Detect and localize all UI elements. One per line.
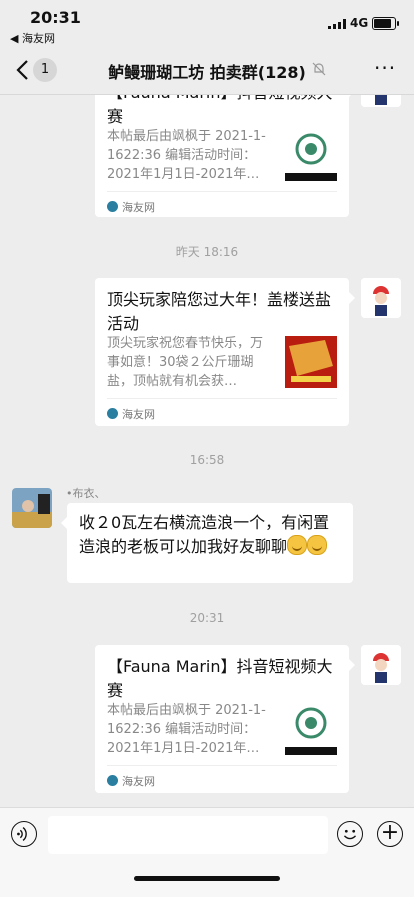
signal-icon: [328, 19, 346, 29]
link-card[interactable]: 【Fauna Marin】抖音短视频大赛 本帖最后由飒枫于 2021-1-162…: [95, 645, 355, 793]
card-divider: [107, 398, 337, 399]
card-thumbnail: [285, 703, 337, 755]
avatar[interactable]: [361, 645, 401, 685]
input-bar: +: [0, 807, 414, 897]
mute-bell-icon: [312, 62, 326, 76]
chat-title: 鲈鳗珊瑚工坊 拍卖群(128): [108, 63, 306, 82]
message-input[interactable]: [48, 816, 328, 854]
message-list[interactable]: 【Fauna Marin】抖音短视频大赛 本帖最后由飒枫于 2021-1-162…: [0, 95, 414, 807]
card-description: 顶尖玩家祝您春节快乐，万事如意！30袋２公斤珊瑚盐，顶帖就有机会获…: [107, 336, 264, 389]
card-source: 海友网: [107, 199, 155, 215]
voice-input-icon[interactable]: [11, 821, 37, 847]
timestamp: 16:58: [189, 453, 225, 467]
grin-emoji-icon: [307, 535, 328, 555]
card-description: 本帖最后由飒枫于 2021-1-1622:36 编辑活动时间：2021年1月1日…: [107, 129, 266, 182]
card-title: 顶尖玩家陪您过大年！盖楼送盐活动: [107, 290, 332, 333]
home-indicator: [134, 876, 280, 881]
timestamp: 昨天 18:16: [175, 245, 239, 259]
card-source-name: 海友网: [122, 775, 155, 788]
sender-name: •布衣、: [66, 487, 106, 500]
status-bar: 20:31 ◀ 海友网 4G: [0, 0, 414, 46]
status-time: 20:31: [30, 8, 81, 27]
more-options-button[interactable]: ···: [374, 58, 396, 78]
card-divider: [107, 191, 337, 192]
plus-icon[interactable]: +: [377, 821, 403, 847]
timestamp: 20:31: [189, 611, 225, 625]
card-title: 【Fauna Marin】抖音短视频大赛: [107, 657, 333, 700]
card-description: 本帖最后由飒枫于 2021-1-1622:36 编辑活动时间：2021年1月1日…: [107, 703, 266, 756]
card-source-name: 海友网: [122, 408, 155, 421]
haiyou-logo-icon: [107, 408, 118, 419]
card-thumbnail: [285, 129, 337, 181]
battery-icon: [372, 17, 399, 30]
card-title: 【Fauna Marin】抖音短视频大赛: [107, 95, 333, 126]
back-to-app-link[interactable]: ◀ 海友网: [10, 30, 55, 46]
message-bubble[interactable]: 收２0瓦左右横流造浪一个，有闲置造浪的老板可以加我好友聊聊: [61, 503, 353, 583]
avatar[interactable]: [361, 95, 401, 107]
emoji-icon[interactable]: [337, 821, 363, 847]
haiyou-logo-icon: [107, 201, 118, 212]
avatar[interactable]: [12, 488, 52, 528]
haiyou-logo-icon: [107, 775, 118, 786]
card-source: 海友网: [107, 406, 155, 422]
network-type: 4G: [350, 16, 369, 30]
grin-emoji-icon: [287, 535, 308, 555]
card-thumbnail: [285, 336, 337, 388]
link-card[interactable]: 顶尖玩家陪您过大年！盖楼送盐活动 顶尖玩家祝您春节快乐，万事如意！30袋２公斤珊…: [95, 278, 355, 426]
card-divider: [107, 765, 337, 766]
card-source: 海友网: [107, 773, 155, 789]
chat-header: 1 鲈鳗珊瑚工坊 拍卖群(128) ···: [0, 46, 414, 95]
card-source-name: 海友网: [122, 201, 155, 214]
link-card[interactable]: 【Fauna Marin】抖音短视频大赛 本帖最后由飒枫于 2021-1-162…: [95, 95, 355, 217]
avatar[interactable]: [361, 278, 401, 318]
